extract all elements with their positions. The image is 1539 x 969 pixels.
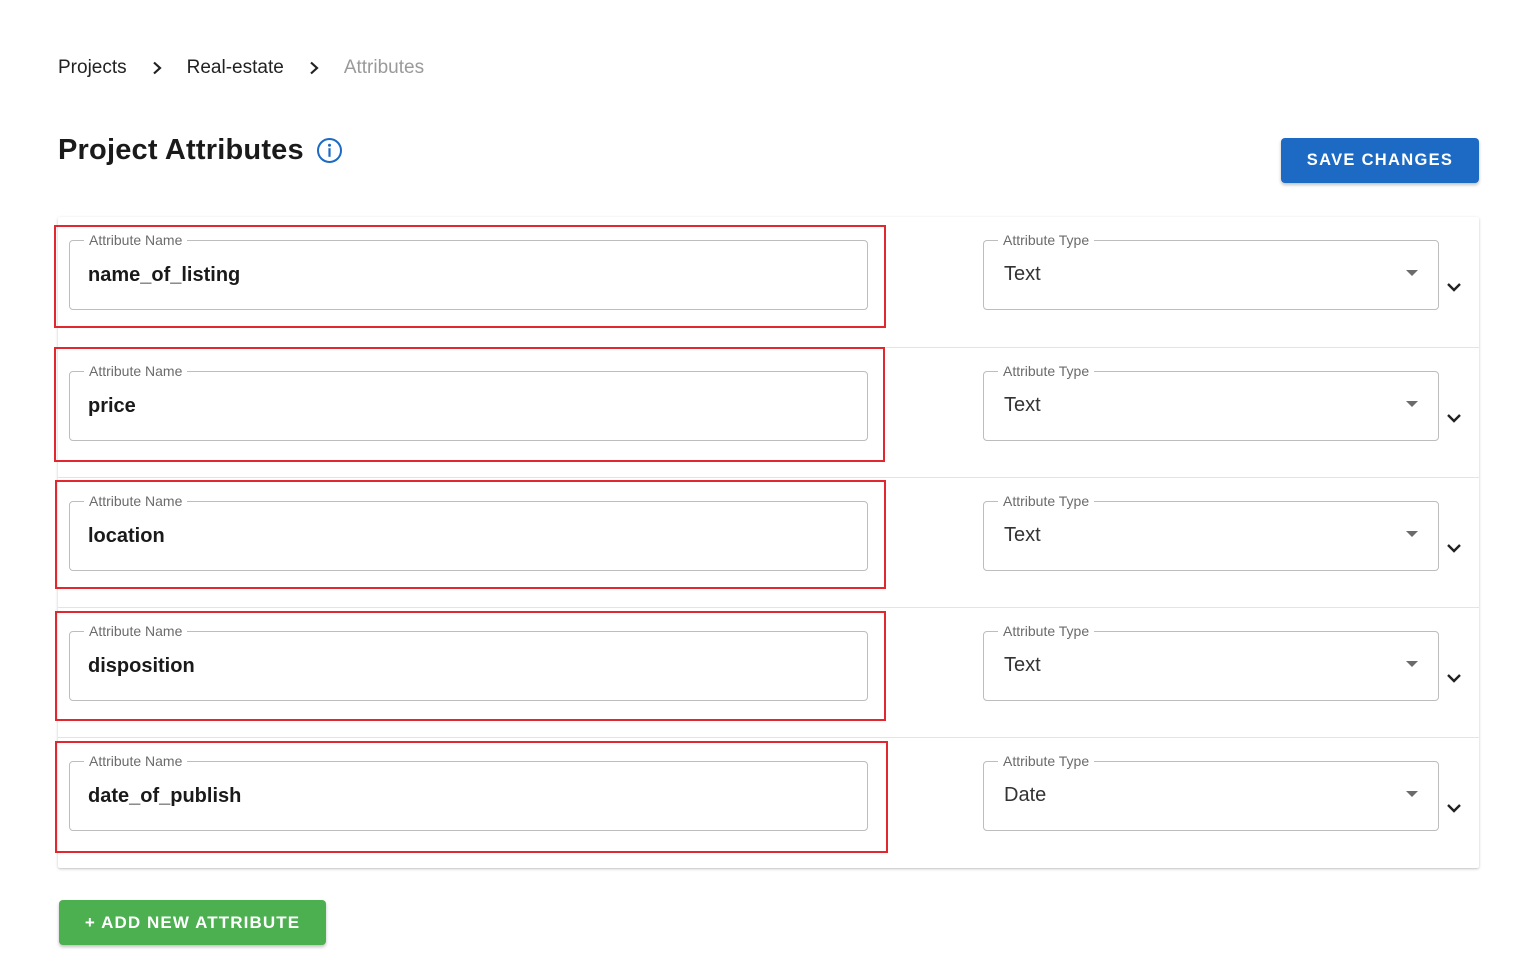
breadcrumb: Projects Real-estate Attributes — [58, 56, 424, 80]
dropdown-arrow-icon — [1406, 270, 1418, 276]
attribute-type-label: Attribute Type — [998, 232, 1095, 248]
save-changes-button[interactable]: SAVE CHANGES — [1281, 138, 1479, 183]
attribute-name-input[interactable] — [70, 502, 867, 570]
breadcrumb-real-estate[interactable]: Real-estate — [187, 57, 284, 79]
attribute-type-value: Text — [1004, 394, 1041, 416]
chevron-right-icon — [284, 61, 344, 75]
dropdown-arrow-icon — [1406, 661, 1418, 667]
attribute-row: Attribute Name Attribute Type Text — [58, 477, 1479, 607]
breadcrumb-attributes: Attributes — [343, 57, 425, 78]
expand-chevron-icon[interactable] — [1445, 409, 1463, 427]
attribute-type-value: Text — [1004, 263, 1041, 285]
attribute-name-field: Attribute Name — [69, 363, 868, 441]
add-new-attribute-button[interactable]: + ADD NEW ATTRIBUTE — [59, 900, 326, 945]
dropdown-arrow-icon — [1406, 401, 1418, 407]
attribute-name-field: Attribute Name — [69, 623, 868, 701]
attribute-name-input[interactable] — [70, 372, 867, 440]
dropdown-arrow-icon — [1406, 791, 1418, 797]
expand-chevron-icon[interactable] — [1445, 278, 1463, 296]
expand-chevron-icon[interactable] — [1445, 539, 1463, 557]
attribute-row: Attribute Name Attribute Type Text — [58, 217, 1479, 347]
title-row: Project Attributes — [58, 134, 343, 167]
attribute-type-select[interactable]: Attribute Type Text — [983, 493, 1439, 571]
attribute-type-value: Text — [1004, 524, 1041, 546]
page-title: Project Attributes — [58, 134, 304, 166]
attribute-type-label: Attribute Type — [998, 493, 1095, 509]
attribute-type-value: Text — [1004, 654, 1041, 676]
attribute-name-field: Attribute Name — [69, 753, 868, 831]
attribute-type-label: Attribute Type — [998, 753, 1095, 769]
attribute-name-input[interactable] — [70, 241, 867, 309]
attribute-type-select[interactable]: Attribute Type Text — [983, 232, 1439, 310]
attribute-type-label: Attribute Type — [998, 623, 1095, 639]
expand-chevron-icon[interactable] — [1445, 669, 1463, 687]
attribute-type-select[interactable]: Attribute Type Date — [983, 753, 1439, 831]
attribute-name-field: Attribute Name — [69, 232, 868, 310]
expand-chevron-icon[interactable] — [1445, 799, 1463, 817]
attribute-type-label: Attribute Type — [998, 363, 1095, 379]
attribute-row: Attribute Name Attribute Type Text — [58, 347, 1479, 477]
attribute-name-input[interactable] — [70, 762, 867, 830]
attribute-row: Attribute Name Attribute Type Text — [58, 607, 1479, 737]
attribute-type-select[interactable]: Attribute Type Text — [983, 623, 1439, 701]
info-circle-icon[interactable] — [316, 137, 343, 164]
breadcrumb-projects[interactable]: Projects — [58, 57, 127, 79]
dropdown-arrow-icon — [1406, 531, 1418, 537]
attribute-name-input[interactable] — [70, 632, 867, 700]
attribute-row: Attribute Name Attribute Type Date — [58, 737, 1479, 867]
chevron-right-icon — [127, 61, 187, 75]
page: Projects Real-estate Attributes Project … — [0, 0, 1539, 969]
attribute-name-field: Attribute Name — [69, 493, 868, 571]
attribute-type-value: Date — [1004, 784, 1047, 806]
attribute-type-select[interactable]: Attribute Type Text — [983, 363, 1439, 441]
attributes-card: Attribute Name Attribute Type Text Attri… — [58, 217, 1479, 868]
